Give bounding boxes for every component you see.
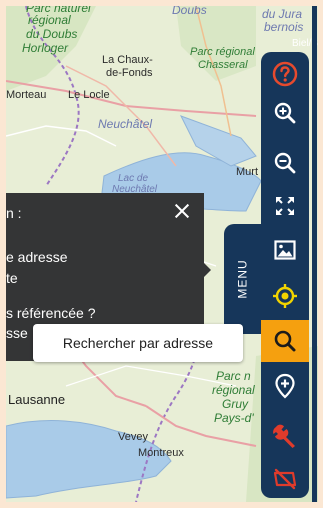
map-label-murten: Murt [236,166,258,178]
search-button[interactable] [261,320,309,362]
add-location-icon [275,373,295,399]
map-label-morteau: Morteau [6,89,47,101]
map-label-regional-2: régional [212,383,255,397]
map-label-le-locle: Le Locle [68,89,110,101]
search-tooltip: Rechercher par adresse [33,324,243,362]
panel-option-referenced[interactable]: s référencée ? [6,305,96,321]
tools-button[interactable] [261,414,309,456]
wrench-icon [273,424,295,448]
zoom-out-icon [274,152,296,174]
map-label-la-chaux: La Chaux- [102,54,153,66]
panel-title: n : [6,205,22,221]
menu-tab-label-wrap[interactable]: MENU [224,224,262,334]
map-label-horloger: Horloger [22,41,69,55]
hide-layer-button[interactable] [261,458,309,500]
image-icon [274,240,296,260]
panel-pointer [203,262,211,278]
fullscreen-icon [276,197,294,215]
locate-button[interactable] [261,275,309,317]
menu-tab-label: MENU [236,259,250,299]
eye-off-icon [273,468,297,490]
map-label-neuchatel-city: Neuchâtel [98,117,153,131]
help-button[interactable] [261,53,309,95]
search-icon [274,330,296,352]
close-panel-button[interactable] [173,202,191,220]
map-label-gruy: Gruy [222,397,249,411]
basemap-button[interactable] [261,229,309,271]
map-label-vevey: Vevey [118,431,148,443]
add-location-button[interactable] [261,365,309,407]
fullscreen-button[interactable] [261,185,309,227]
gps-target-icon [273,284,297,308]
map-label-lausanne: Lausanne [8,392,66,407]
map-label-de-fonds: de-Fonds [106,67,153,79]
help-icon [272,61,298,87]
map-label-parc-regional: Parc régional [190,46,255,58]
map-label-montreux: Montreux [138,447,184,459]
map-label-pays-d: Pays-d' [214,411,254,425]
zoom-out-button[interactable] [261,142,309,184]
panel-option-last[interactable]: sse [6,325,28,341]
map-label-doubs: Doubs [172,6,207,17]
panel-option-second[interactable]: te [6,270,18,286]
map-label-du-jura: du Jura [262,7,303,21]
zoom-in-icon [274,102,296,124]
page-right-edge [312,6,317,502]
panel-option-address[interactable]: e adresse [6,249,67,265]
map-frame[interactable]: Parc naturel régional du Doubs Horloger … [6,6,318,502]
map-label-bernois: bernois [264,20,304,34]
map-label-chasseral: Chasseral [198,59,248,71]
map-label-du-doubs: du Doubs [26,27,78,41]
map-label-parc-n: Parc n [216,369,251,383]
zoom-in-button[interactable] [261,92,309,134]
map-label-regional: régional [28,13,71,27]
